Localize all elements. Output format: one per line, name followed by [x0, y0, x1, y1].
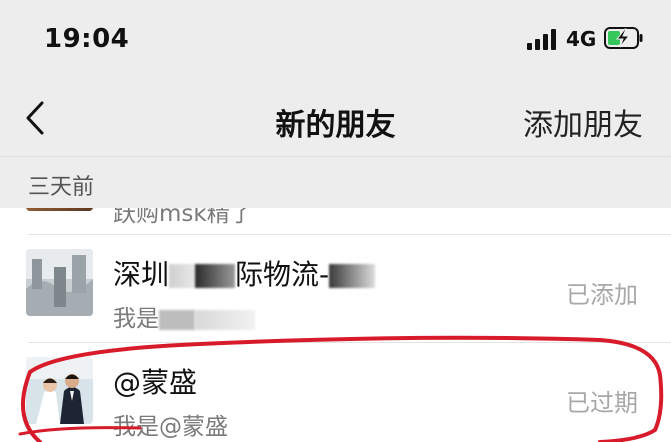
friend-message: 跃购msk精了	[113, 208, 253, 227]
new-friends-list: 跃购msk精了 深圳 际物流- 我是 已添加 @蒙盛 我是@蒙盛 已过期	[0, 208, 671, 442]
friend-status: 已添加	[566, 281, 638, 309]
avatar	[26, 249, 93, 316]
battery-charging-icon	[604, 27, 643, 49]
section-label: 三天前	[28, 175, 95, 200]
list-item[interactable]: 深圳 际物流- 我是 已添加	[0, 235, 671, 343]
friend-name: @蒙盛	[113, 366, 198, 399]
status-bar: 19:04 4G	[0, 0, 671, 80]
section-header: 三天前	[0, 156, 671, 209]
avatar	[26, 357, 93, 424]
avatar	[26, 208, 93, 211]
status-time: 19:04	[44, 24, 130, 54]
friend-name: 深圳 际物流-	[113, 253, 376, 293]
signal-bars-icon	[527, 28, 559, 50]
list-item[interactable]: 跃购msk精了	[0, 208, 671, 235]
friend-message: 我是@蒙盛	[113, 414, 228, 440]
friend-status: 已过期	[566, 389, 638, 417]
network-type: 4G	[566, 27, 597, 51]
friend-message: 我是	[113, 299, 255, 333]
navigation-bar: 新的朋友 添加朋友	[0, 80, 671, 156]
list-item[interactable]: @蒙盛 我是@蒙盛 已过期	[0, 343, 671, 442]
add-friend-button[interactable]: 添加朋友	[523, 100, 643, 144]
